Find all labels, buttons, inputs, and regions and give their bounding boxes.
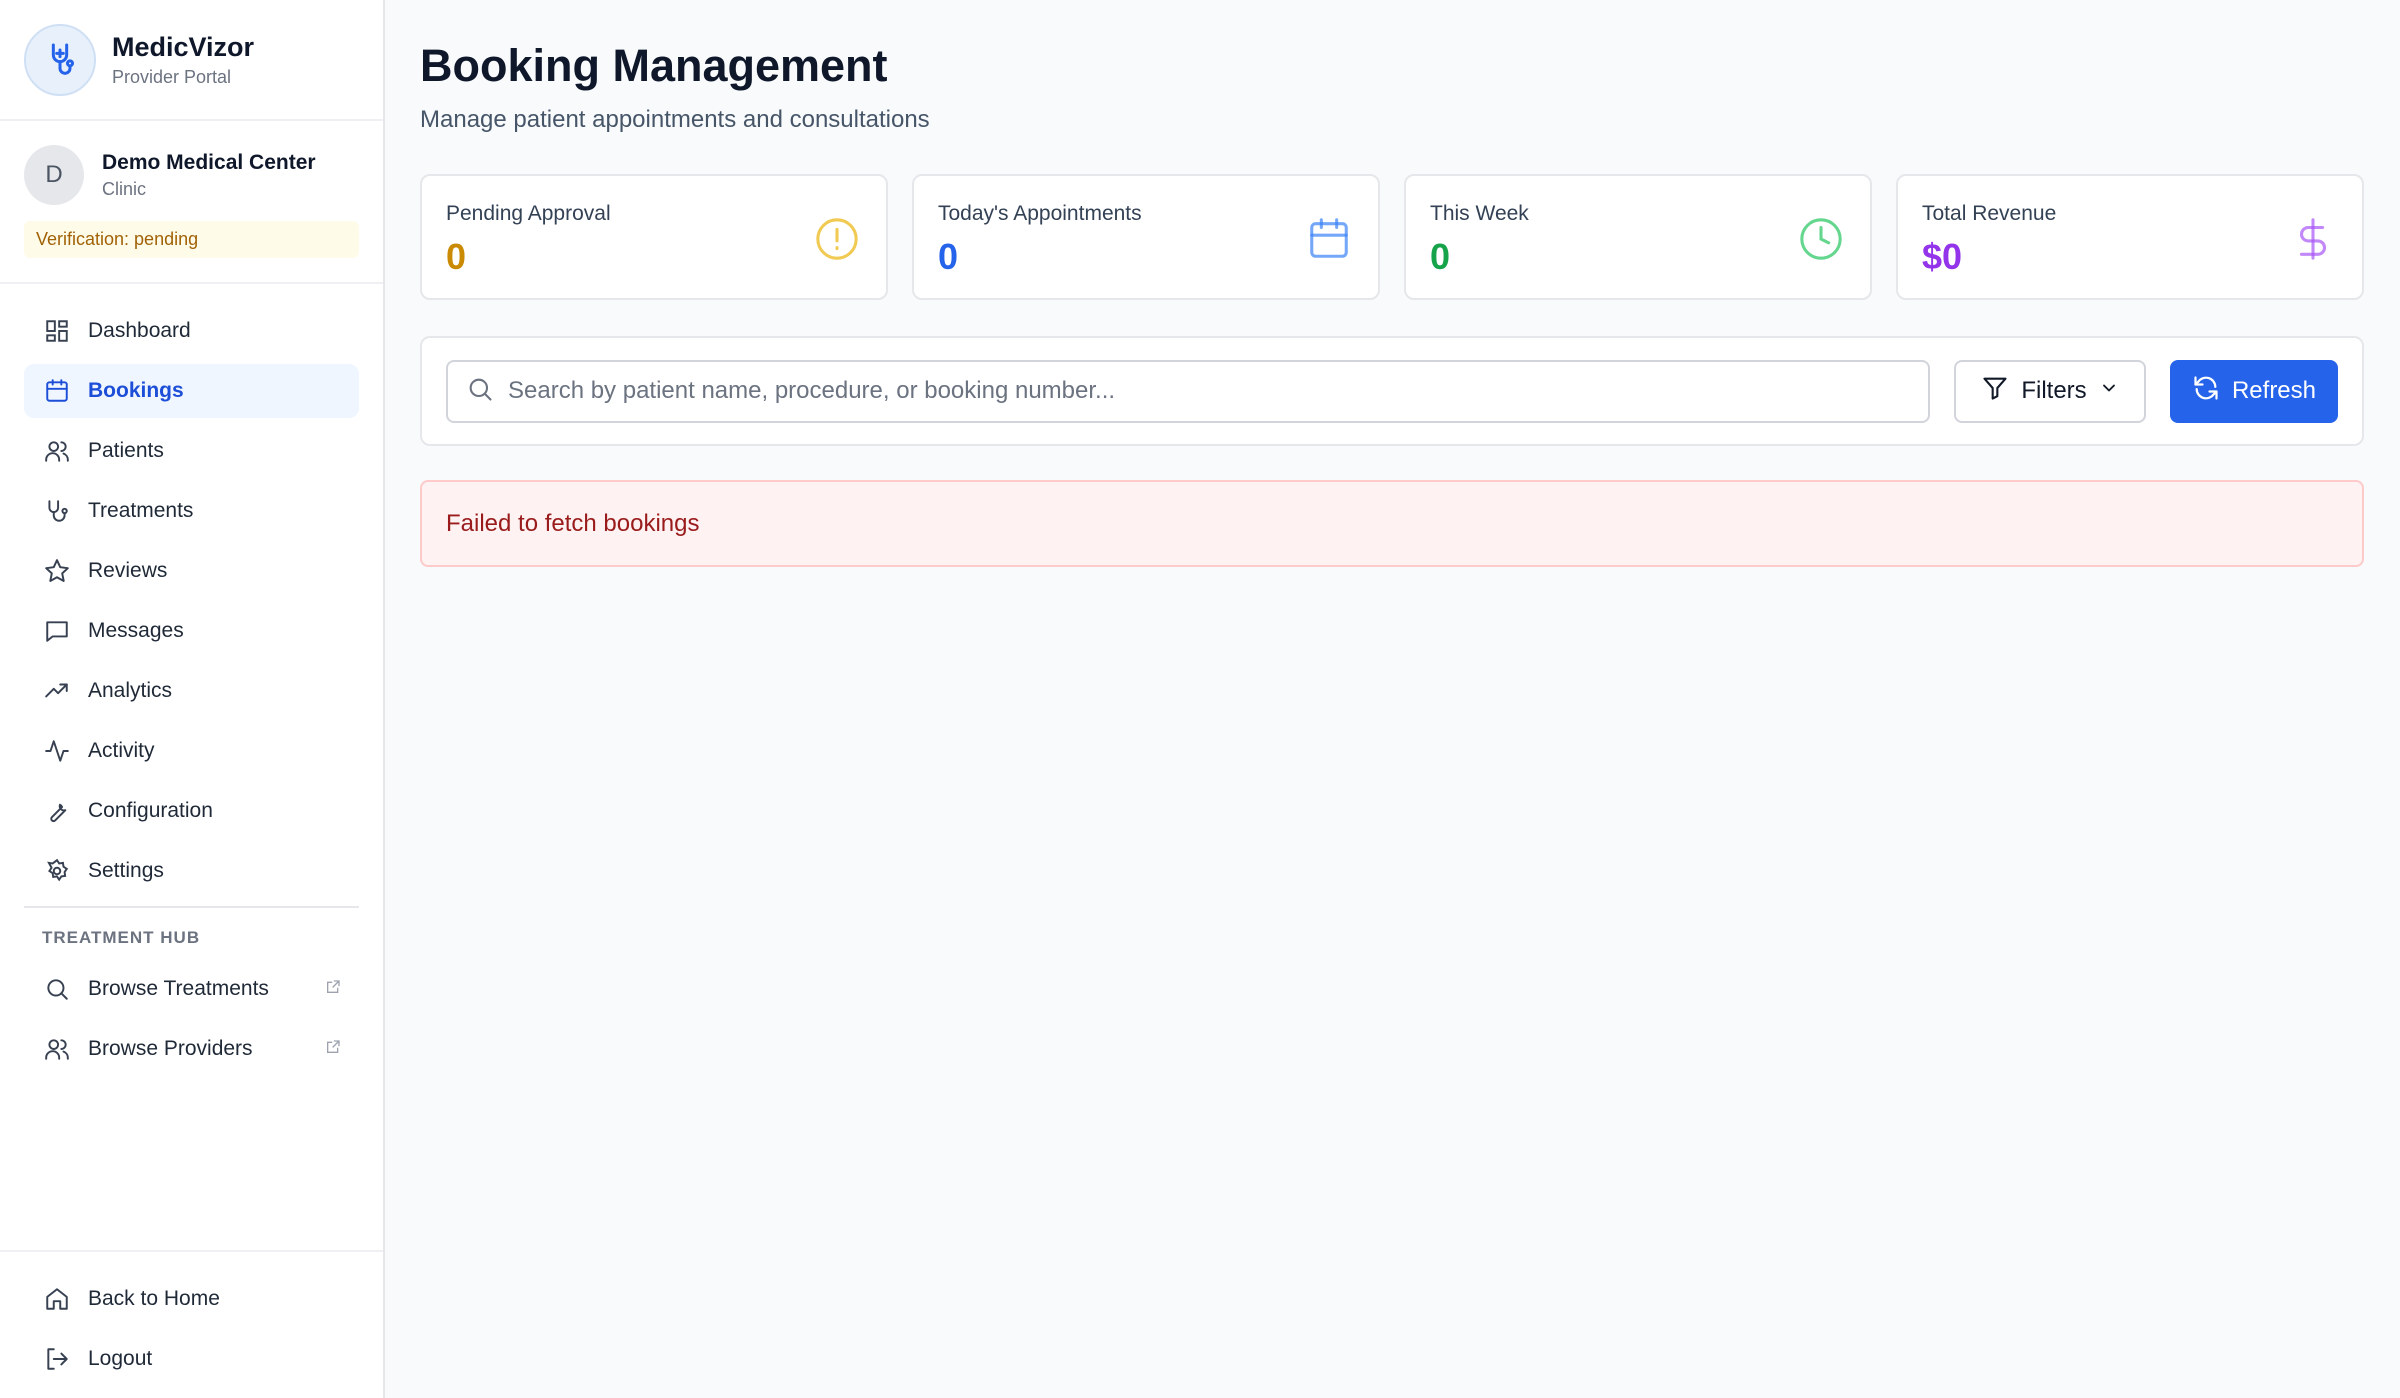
- filter-icon: [1981, 374, 2009, 409]
- sidebar-item-label: Messages: [88, 619, 184, 642]
- sidebar-item-back-home[interactable]: Back to Home: [24, 1272, 359, 1326]
- sidebar-item-label: Activity: [88, 739, 155, 762]
- search-icon: [42, 974, 72, 1004]
- sidebar-item-label: Dashboard: [88, 319, 191, 342]
- trending-up-icon: [42, 676, 72, 706]
- calendar-icon: [1304, 214, 1354, 264]
- brand-name: MedicVizor: [112, 31, 255, 62]
- stethoscope-icon: [42, 496, 72, 526]
- sidebar-footer: Back to Home Logout: [0, 1250, 383, 1398]
- alert-circle-icon: [812, 214, 862, 264]
- sidebar-item-logout[interactable]: Logout: [24, 1332, 359, 1386]
- filters-button[interactable]: Filters: [1954, 359, 2146, 423]
- error-message: Failed to fetch bookings: [446, 509, 700, 537]
- main-content: Booking Management Manage patient appoin…: [420, 0, 2364, 567]
- search-input[interactable]: [508, 377, 1910, 405]
- stethoscope-logo-icon: [24, 23, 96, 96]
- verification-badge: Verification: pending: [24, 221, 359, 258]
- brand-subtitle: Provider Portal: [112, 67, 232, 88]
- sidebar-item-label: Browse Providers: [88, 1037, 253, 1060]
- sidebar-item-configuration[interactable]: Configuration: [24, 784, 359, 838]
- external-link-icon: [325, 1037, 341, 1061]
- stat-label: This Week: [1430, 202, 1529, 225]
- stat-label: Pending Approval: [446, 202, 611, 225]
- search-icon: [466, 375, 494, 408]
- sidebar-item-analytics[interactable]: Analytics: [24, 664, 359, 718]
- stat-value: 0: [446, 236, 467, 277]
- clock-icon: [1796, 214, 1846, 264]
- refresh-button[interactable]: Refresh: [2170, 359, 2338, 423]
- sidebar-item-label: Patients: [88, 439, 164, 462]
- sidebar-item-label: Logout: [88, 1347, 153, 1370]
- booking-toolbar: Filters Refresh: [420, 336, 2364, 446]
- stat-value: $0: [1922, 236, 1963, 277]
- org-card: D Demo Medical Center Clinic Verificatio…: [0, 121, 383, 284]
- sidebar-item-label: Back to Home: [88, 1287, 220, 1310]
- sidebar-item-settings[interactable]: Settings: [24, 844, 359, 898]
- treatment-hub-heading: TREATMENT HUB: [42, 928, 201, 947]
- sidebar-item-dashboard[interactable]: Dashboard: [24, 304, 359, 358]
- users-icon: [42, 436, 72, 466]
- sidebar-item-label: Reviews: [88, 559, 168, 582]
- dollar-icon: [2288, 214, 2338, 264]
- sidebar-item-patients[interactable]: Patients: [24, 424, 359, 478]
- grid-icon: [42, 316, 72, 346]
- brand-header: MedicVizor Provider Portal: [0, 0, 383, 121]
- stat-card-revenue: Total Revenue $0: [1896, 174, 2364, 300]
- wrench-icon: [42, 796, 72, 826]
- sidebar-item-label: Bookings: [88, 379, 184, 402]
- sidebar-nav: Dashboard Bookings Patients Treatments R…: [0, 284, 383, 1076]
- sidebar-item-label: Analytics: [88, 679, 173, 702]
- chevron-down-icon: [2099, 377, 2119, 405]
- refresh-label: Refresh: [2231, 377, 2317, 404]
- avatar: D: [24, 145, 84, 205]
- sidebar-item-label: Browse Treatments: [88, 977, 269, 1000]
- page-subtitle: Manage patient appointments and consulta…: [420, 106, 930, 133]
- stat-card-week: This Week 0: [1404, 174, 1872, 300]
- sidebar-item-bookings[interactable]: Bookings: [24, 364, 359, 418]
- sidebar-item-reviews[interactable]: Reviews: [24, 544, 359, 598]
- gear-icon: [42, 856, 72, 886]
- sidebar-item-messages[interactable]: Messages: [24, 604, 359, 658]
- filters-label: Filters: [2021, 377, 2087, 404]
- sidebar-item-activity[interactable]: Activity: [24, 724, 359, 778]
- sidebar-item-label: Configuration: [88, 799, 213, 822]
- home-icon: [42, 1284, 72, 1314]
- stat-label: Today's Appointments: [938, 202, 1142, 225]
- star-icon: [42, 556, 72, 586]
- sidebar: MedicVizor Provider Portal D Demo Medica…: [0, 0, 385, 1398]
- sidebar-item-browse-treatments[interactable]: Browse Treatments: [24, 962, 359, 1016]
- error-alert: Failed to fetch bookings: [420, 480, 2364, 567]
- stat-label: Total Revenue: [1922, 202, 2057, 225]
- sidebar-item-treatments[interactable]: Treatments: [24, 484, 359, 538]
- nav-divider: [24, 906, 359, 908]
- sidebar-item-label: Settings: [88, 859, 164, 882]
- search-box[interactable]: [446, 359, 1930, 423]
- logout-icon: [42, 1344, 72, 1374]
- stat-card-today: Today's Appointments 0: [912, 174, 1380, 300]
- message-icon: [42, 616, 72, 646]
- stat-value: 0: [1430, 236, 1451, 277]
- page-title: Booking Management: [420, 40, 888, 91]
- stat-value: 0: [938, 236, 959, 277]
- refresh-icon: [2192, 374, 2220, 409]
- stats-row: Pending Approval 0 Today's Appointments …: [420, 174, 2364, 300]
- sidebar-item-browse-providers[interactable]: Browse Providers: [24, 1022, 359, 1076]
- activity-icon: [42, 736, 72, 766]
- users-icon: [42, 1034, 72, 1064]
- sidebar-item-label: Treatments: [88, 499, 194, 522]
- org-name: Demo Medical Center: [102, 150, 316, 174]
- calendar-icon: [42, 376, 72, 406]
- org-type: Clinic: [102, 178, 147, 199]
- external-link-icon: [325, 977, 341, 1001]
- stat-card-pending: Pending Approval 0: [420, 174, 888, 300]
